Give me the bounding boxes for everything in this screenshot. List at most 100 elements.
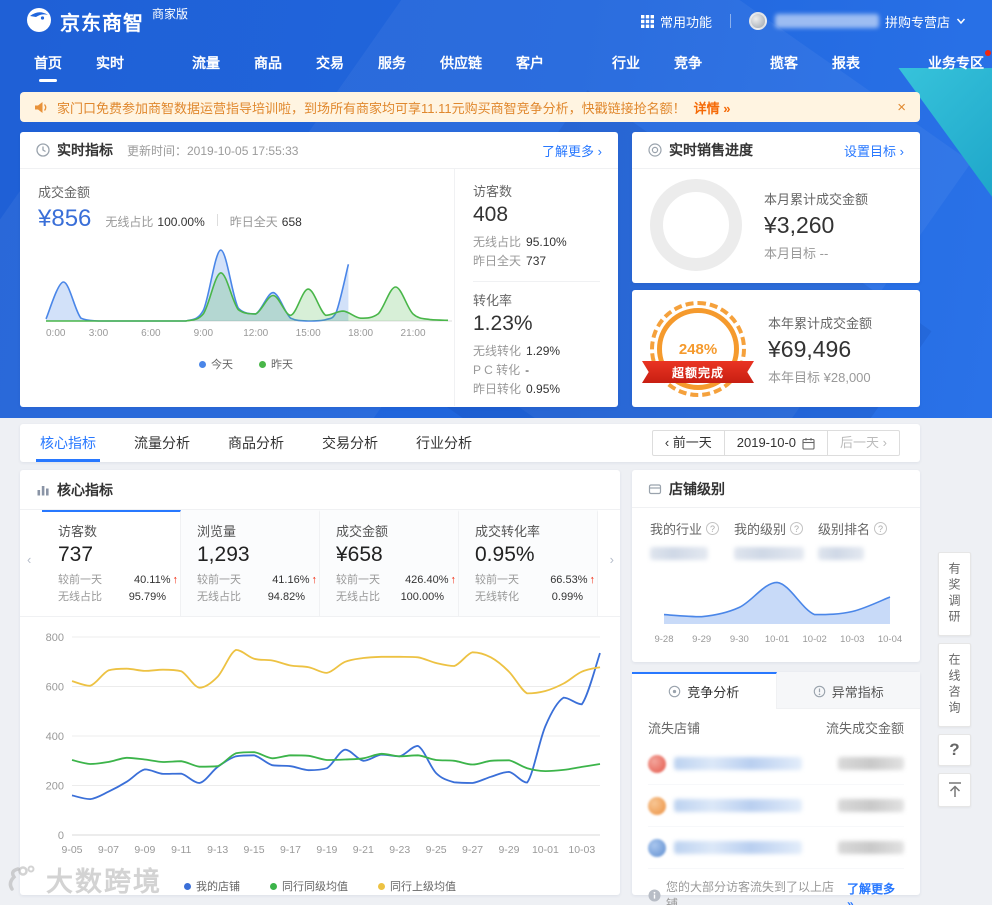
svg-text:600: 600 (46, 682, 64, 694)
svg-text:6:00: 6:00 (141, 328, 161, 339)
competition-icon (668, 685, 681, 698)
svg-text:9-29: 9-29 (692, 634, 711, 645)
store-name-redacted (774, 14, 879, 28)
calendar-icon (802, 437, 815, 450)
realtime-area-chart[interactable]: 0:00 3:00 6:00 9:00 12:00 15:00 18:00 21:00 (38, 233, 454, 349)
legend-dot (378, 882, 385, 890)
col-label: 我的行业 (650, 522, 703, 537)
legend-my-shop[interactable]: 我的店铺 (184, 878, 240, 894)
nav-item-acquire[interactable]: 揽客 (770, 53, 798, 73)
carousel-next-icon[interactable]: › (610, 552, 614, 567)
nav-item-product[interactable]: 商品 (254, 53, 282, 73)
set-goal-link[interactable]: 设置目标 › (844, 141, 904, 160)
help-icon[interactable]: ? (874, 522, 888, 535)
shop-name-redacted (674, 799, 802, 812)
conversion-yesterday: 昨日转化 0.95% (473, 382, 561, 396)
carousel-prev-icon[interactable]: ‹ (27, 552, 31, 567)
svg-text:800: 800 (46, 632, 64, 644)
help-icon[interactable]: ? (706, 522, 720, 535)
tab-product-analysis[interactable]: 商品分析 (228, 424, 284, 462)
competition-panel: 竞争分析 异常指标 流失店铺 流失成交金额 您的大部分访客流失到了以上店铺 了解… (632, 672, 920, 905)
metric-value: ¥658 (336, 543, 383, 566)
nav-item-traffic[interactable]: 流量 (192, 53, 220, 73)
nav-item-report[interactable]: 报表 (832, 53, 860, 73)
lost-shop-row[interactable] (648, 785, 904, 827)
nav-item-trade[interactable]: 交易 (316, 53, 344, 73)
metric-card-visitors[interactable]: 访客数 737 较前一天 40.11% ↑ 无线占比 95.79% (42, 510, 181, 616)
quick-menu-button[interactable]: 常用功能 (640, 12, 712, 31)
svg-text:10-03: 10-03 (568, 844, 595, 856)
conversion-wireless: 无线转化 1.29% (473, 344, 561, 358)
svg-text:10-03: 10-03 (840, 634, 864, 645)
tab-abnormal-metrics[interactable]: 异常指标 (776, 672, 920, 709)
chevron-down-icon[interactable] (956, 16, 966, 26)
prev-day-button[interactable]: ‹ 前一天 (653, 431, 724, 455)
brand-logo[interactable]: 京东商智 商家版 (26, 7, 188, 36)
metric-card-conversion[interactable]: 成交转化率 0.95% 较前一天 66.53% ↑ 无线转化 0.99% (459, 510, 598, 616)
realtime-metrics-panel: 实时指标 更新时间：2019-10-05 17:55:33 了解更多 › 成交金… (20, 132, 618, 407)
nav-item-realtime[interactable]: 实时 (96, 53, 124, 73)
tab-core-metrics[interactable]: 核心指标 (36, 424, 100, 462)
brand-edition: 商家版 (152, 6, 189, 21)
next-day-button[interactable]: 后一天 › (828, 431, 899, 455)
legend-peer-same-level[interactable]: 同行同级均值 (270, 878, 348, 894)
svg-text:9-17: 9-17 (280, 844, 301, 856)
metric-value: 0.95% (475, 543, 535, 566)
learn-more-link[interactable]: 了解更多 » (847, 880, 904, 905)
conversion-value: 1.23% (473, 312, 533, 335)
back-to-top-button[interactable] (938, 773, 971, 807)
back-to-top-icon (948, 782, 961, 797)
divider (473, 281, 600, 282)
divider (216, 214, 218, 226)
tab-competition-analysis[interactable]: 竞争分析 (632, 672, 777, 709)
brand-name: 京东商智 (60, 12, 144, 35)
legend-peer-upper-level[interactable]: 同行上级均值 (378, 878, 456, 894)
metric-value: 1,293 (197, 543, 250, 566)
nav-label: 业务专区 (928, 55, 984, 71)
date-picker[interactable]: 2019-10-0 (723, 431, 829, 455)
avatar[interactable] (748, 12, 767, 30)
nav-item-supply-chain[interactable]: 供应链 (440, 53, 482, 73)
lost-gmv-redacted (838, 757, 904, 770)
metric-label: 成交转化率 (475, 524, 541, 539)
year-gmv-value: ¥69,496 (768, 335, 852, 362)
legend-today[interactable]: 今天 (199, 356, 233, 372)
lost-shop-row[interactable] (648, 743, 904, 785)
svg-text:9-30: 9-30 (730, 634, 749, 645)
tab-traffic-analysis[interactable]: 流量分析 (134, 424, 190, 462)
tab-industry-analysis[interactable]: 行业分析 (416, 424, 472, 462)
shop-level-mini-chart[interactable]: 9-28 9-29 9-30 10-01 10-02 10-03 10-04 (648, 562, 904, 650)
jd-business-dashboard: 京东商智 商家版 常用功能 拼购专营店 首页 实时 流量 商品 交易 服务 供应… (0, 0, 992, 905)
month-gmv-value: ¥3,260 (764, 211, 835, 238)
close-icon[interactable]: × (897, 99, 906, 116)
legend-yesterday[interactable]: 昨天 (259, 356, 293, 372)
topbar: 京东商智 商家版 常用功能 拼购专营店 (0, 0, 992, 42)
level-card-icon (648, 483, 662, 494)
lost-shop-row[interactable] (648, 827, 904, 869)
nav-item-home[interactable]: 首页 (34, 53, 62, 73)
main-chart-legend: 我的店铺 同行同级均值 同行上级均值 (28, 878, 612, 894)
nav-item-industry[interactable]: 行业 (612, 53, 640, 73)
store-suffix[interactable]: 拼购专营店 (885, 12, 950, 31)
online-chat-button[interactable]: 在线咨询 (938, 643, 971, 727)
learn-more-link[interactable]: 了解更多 › (542, 141, 602, 160)
svg-text:9-11: 9-11 (171, 844, 191, 856)
help-button[interactable]: ? (938, 734, 971, 766)
tab-trade-analysis[interactable]: 交易分析 (322, 424, 378, 462)
nav-item-customer[interactable]: 客户 (516, 53, 544, 73)
col-label: 我的级别 (734, 522, 787, 537)
nav-item-business-zone[interactable]: 业务专区 (928, 50, 991, 73)
metric-card-pageviews[interactable]: 浏览量 1,293 较前一天 41.16% ↑ 无线占比 94.82% (181, 510, 320, 616)
date-value: 2019-10-0 (736, 435, 797, 450)
metric-card-gmv[interactable]: 成交金额 ¥658 较前一天 426.40% ↑ 无线占比 100.00% (320, 510, 459, 616)
banner-details-link[interactable]: 详情 » (694, 98, 731, 117)
shop-avatar-redacted (648, 754, 666, 773)
up-arrow-icon: ↑ (172, 574, 179, 586)
survey-button[interactable]: 有奖调研 (938, 552, 971, 636)
nav-item-competition[interactable]: 竞争 (674, 53, 702, 73)
shop-avatar-redacted (648, 838, 666, 857)
nav-item-service[interactable]: 服务 (378, 53, 406, 73)
help-icon[interactable]: ? (790, 522, 804, 535)
core-trend-line-chart[interactable]: 0 200 400 600 800 9-05 9-07 9-09 9-11 9-13 9-15 9-1… (28, 623, 610, 873)
panel-title: 实时指标 (57, 142, 113, 158)
